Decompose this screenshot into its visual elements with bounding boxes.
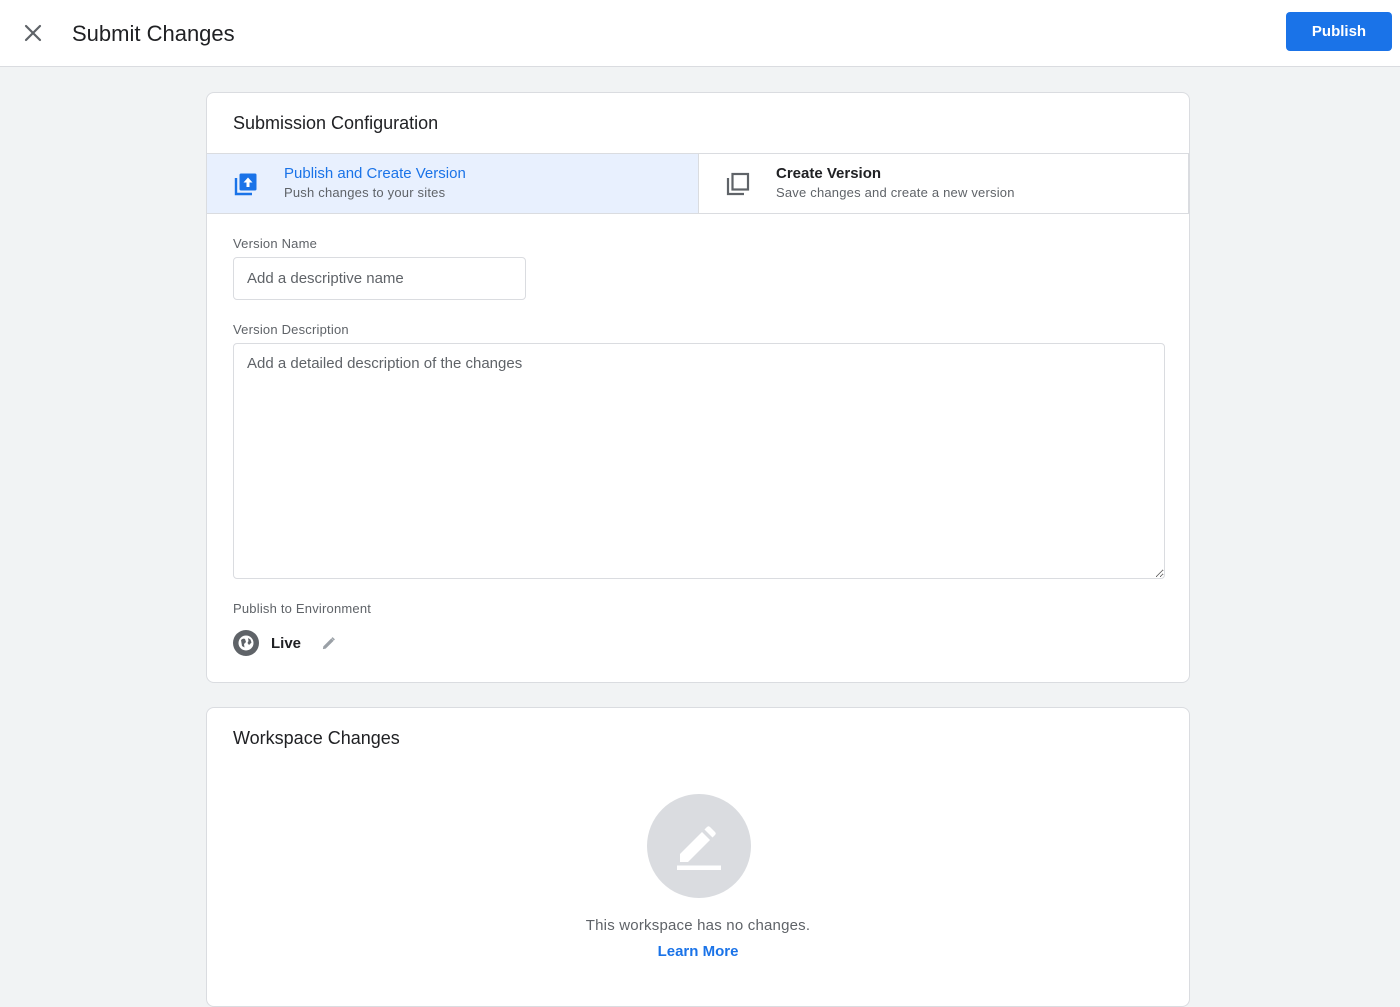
option-subtitle: Push changes to your sites: [284, 185, 446, 200]
version-description-textarea[interactable]: [233, 343, 1165, 579]
learn-more-container: Learn More: [207, 943, 1189, 960]
globe-icon: [233, 630, 259, 656]
environment-row: Live: [233, 630, 337, 656]
version-description-label: Version Description: [233, 322, 349, 337]
version-name-label: Version Name: [233, 236, 318, 251]
option-publish-and-create-version[interactable]: Publish and Create Version Push changes …: [207, 154, 698, 213]
option-title: Create Version: [776, 165, 882, 182]
submission-options: Publish and Create Version Push changes …: [207, 153, 1189, 214]
workspace-changes-card: Workspace Changes This workspace has no …: [206, 707, 1190, 1007]
environment-name: Live: [271, 634, 302, 652]
learn-more-link[interactable]: Learn More: [658, 943, 739, 960]
top-bar: Submit Changes Publish: [0, 0, 1400, 67]
pencil-icon[interactable]: [319, 634, 337, 652]
close-icon[interactable]: [19, 19, 47, 47]
submission-configuration-card: Submission Configuration Publish and Cre…: [206, 92, 1190, 683]
option-subtitle: Save changes and create a new version: [776, 185, 1015, 200]
page-title: Submit Changes: [72, 21, 235, 46]
publish-environment-label: Publish to Environment: [233, 601, 372, 616]
option-create-version[interactable]: Create Version Save changes and create a…: [698, 154, 1189, 213]
submission-configuration-title: Submission Configuration: [233, 113, 439, 133]
copy-version-icon: [725, 171, 751, 197]
publish-button[interactable]: Publish: [1286, 12, 1392, 51]
workspace-changes-title: Workspace Changes: [233, 728, 400, 748]
publish-upload-icon: [233, 171, 259, 197]
edit-icon: [647, 794, 751, 898]
version-name-input[interactable]: [233, 257, 526, 300]
option-title: Publish and Create Version: [284, 165, 466, 182]
empty-state-text: This workspace has no changes.: [585, 917, 811, 934]
